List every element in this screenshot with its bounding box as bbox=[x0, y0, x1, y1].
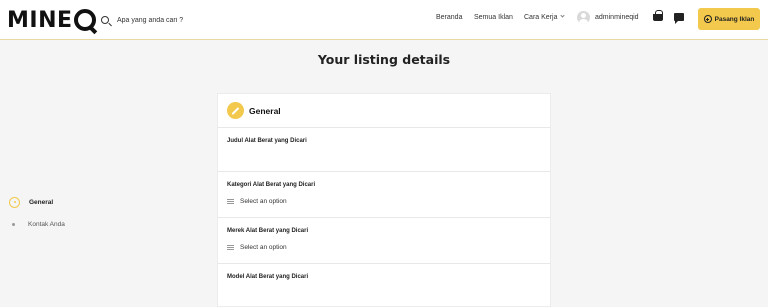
logo-text: MINE bbox=[7, 7, 73, 33]
step-active-icon bbox=[9, 196, 20, 208]
listing-form-card: General Judul Alat Berat yang Dicari Kat… bbox=[217, 93, 551, 307]
mineq-logo[interactable]: MINE bbox=[7, 7, 96, 33]
logo-q-mark bbox=[73, 9, 96, 31]
top-header: MINE Beranda Semua Iklan Cara Kerja admi… bbox=[0, 0, 768, 40]
form-steps-sidebar: General Kontak Anda bbox=[9, 196, 65, 240]
pasang-iklan-label: Pasang Iklan bbox=[714, 15, 755, 23]
nav-semua-iklan[interactable]: Semua Iklan bbox=[474, 14, 513, 21]
section-header: General bbox=[218, 94, 550, 128]
select-placeholder: Select an option bbox=[240, 198, 287, 205]
merek-select[interactable]: Select an option bbox=[227, 244, 541, 251]
field-model[interactable]: Model Alat Berat yang Dicari bbox=[218, 264, 550, 307]
user-menu[interactable]: adminmineqid bbox=[577, 11, 639, 24]
field-label: Kategori Alat Berat yang Dicari bbox=[227, 182, 316, 188]
step-dot-icon bbox=[12, 222, 15, 226]
chat-icon[interactable] bbox=[674, 13, 684, 24]
username: adminmineqid bbox=[595, 14, 639, 21]
sidebar-item-kontak-anda[interactable]: Kontak Anda bbox=[9, 218, 65, 230]
sidebar-item-general[interactable]: General bbox=[9, 196, 65, 208]
nav-beranda[interactable]: Beranda bbox=[436, 14, 462, 21]
plus-circle-icon bbox=[703, 15, 712, 23]
kategori-select[interactable]: Select an option bbox=[227, 198, 541, 205]
field-merek: Merek Alat Berat yang Dicari Select an o… bbox=[218, 218, 550, 264]
field-label: Judul Alat Berat yang Dicari bbox=[227, 138, 307, 144]
list-icon bbox=[227, 199, 234, 204]
sidebar-item-label: Kontak Anda bbox=[28, 220, 65, 228]
section-title: General bbox=[249, 105, 281, 116]
pencil-icon bbox=[227, 102, 244, 119]
chevron-down-icon bbox=[560, 13, 566, 18]
avatar bbox=[577, 11, 590, 24]
sidebar-item-label: General bbox=[29, 198, 54, 206]
pasang-iklan-button[interactable]: Pasang Iklan bbox=[698, 8, 760, 30]
search-input[interactable] bbox=[117, 16, 277, 24]
search-bar[interactable] bbox=[101, 13, 277, 27]
page-title: Your listing details bbox=[317, 52, 451, 67]
nav-cara-kerja-label: Cara Kerja bbox=[524, 14, 558, 21]
nav-cara-kerja[interactable]: Cara Kerja bbox=[524, 13, 566, 21]
field-label: Model Alat Berat yang Dicari bbox=[227, 274, 309, 280]
field-judul[interactable]: Judul Alat Berat yang Dicari bbox=[218, 128, 550, 172]
search-icon bbox=[101, 16, 109, 24]
basket-icon[interactable] bbox=[653, 10, 663, 21]
list-icon bbox=[227, 245, 234, 250]
field-kategori: Kategori Alat Berat yang Dicari Select a… bbox=[218, 172, 550, 218]
field-label: Merek Alat Berat yang Dicari bbox=[227, 228, 309, 234]
select-placeholder: Select an option bbox=[240, 244, 287, 251]
